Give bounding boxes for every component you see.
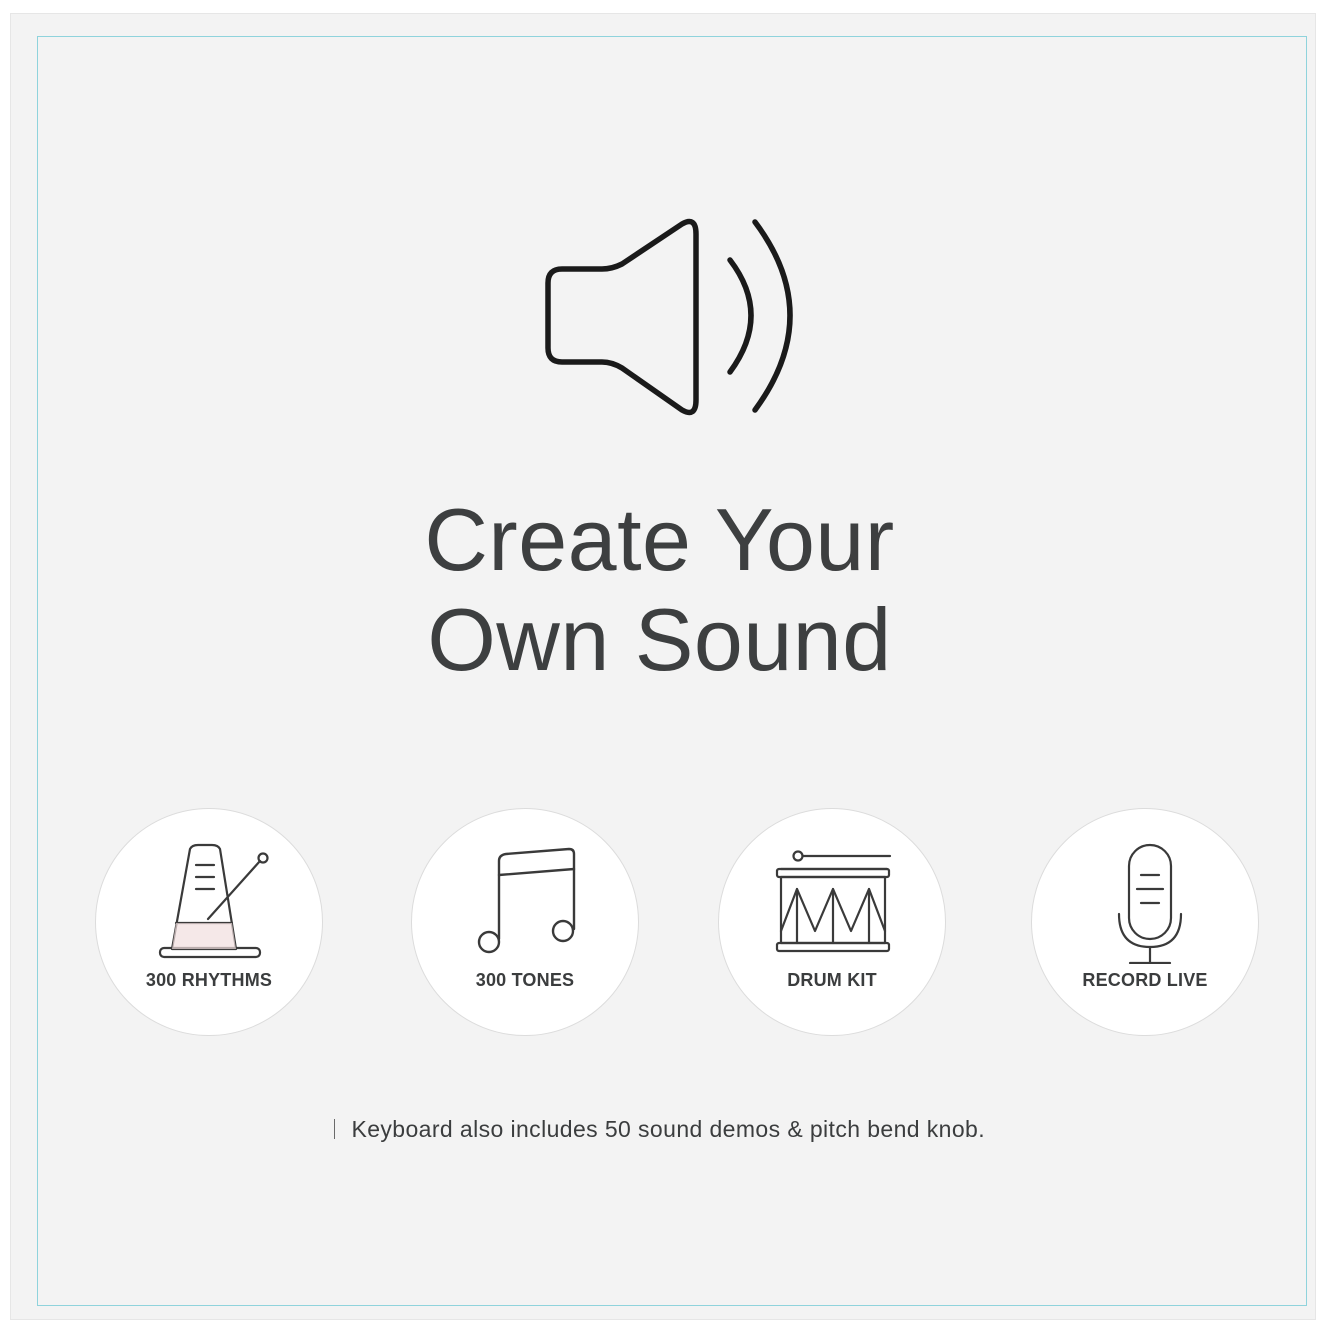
feature-tones: 300 TONES xyxy=(411,808,639,1036)
title-line-2: Own Sound xyxy=(427,590,892,689)
feature-label: DRUM KIT xyxy=(787,970,877,990)
title-line-1: Create Your xyxy=(424,490,895,589)
drum-icon xyxy=(775,850,892,953)
footnote: Keyboard also includes 50 sound demos & … xyxy=(0,1116,1319,1143)
speaker-volume-icon xyxy=(545,218,793,416)
metronome-icon xyxy=(158,843,269,959)
feature-label: RECORD LIVE xyxy=(1082,970,1208,990)
footnote-text: Keyboard also includes 50 sound demos & … xyxy=(351,1116,986,1142)
feature-rhythms: 300 RHYTHMS xyxy=(95,808,323,1036)
microphone-icon xyxy=(1117,843,1183,964)
feature-label: 300 TONES xyxy=(475,970,575,990)
feature-drum-kit: DRUM KIT xyxy=(718,808,946,1036)
feature-label: 300 RHYTHMS xyxy=(145,970,273,990)
feature-record-live: RECORD LIVE xyxy=(1031,808,1259,1036)
music-note-icon xyxy=(477,847,576,954)
page-title: Create Your Own Sound xyxy=(0,490,1319,690)
divider-bar xyxy=(333,1119,336,1139)
